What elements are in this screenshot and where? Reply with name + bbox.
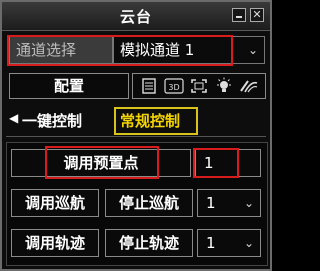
chevron-down-icon: ⌄ bbox=[247, 43, 258, 57]
channel-value: 模拟通道 1 bbox=[120, 41, 195, 59]
tab-left-arrow-icon[interactable]: ◀ bbox=[9, 111, 18, 125]
track-select[interactable]: 1 ⌄ bbox=[197, 229, 261, 257]
ptz-panel: 云台 ✕ 通道选择 模拟通道 1 ⌄ 配置 3D ◀ 一键控制 常规控制 调用预… bbox=[0, 0, 272, 271]
minimize-icon[interactable] bbox=[232, 8, 246, 22]
cruise-value: 1 bbox=[206, 194, 216, 212]
tab-normal-control[interactable]: 常规控制 bbox=[114, 107, 198, 135]
title-bar[interactable]: 云台 ✕ bbox=[2, 2, 270, 31]
wiper-icon[interactable] bbox=[239, 77, 259, 95]
close-icon[interactable]: ✕ bbox=[250, 8, 264, 22]
stop-cruise-button[interactable]: 停止巡航 bbox=[105, 189, 193, 217]
chevron-down-icon: ⌄ bbox=[243, 236, 254, 250]
call-preset-button[interactable]: 调用预置点 bbox=[11, 149, 191, 177]
light-icon[interactable] bbox=[214, 77, 234, 95]
3d-icon-text: 3D bbox=[168, 83, 179, 92]
channel-label: 通道选择 bbox=[9, 36, 113, 64]
stop-track-button[interactable]: 停止轨迹 bbox=[105, 229, 193, 257]
toolbar-icons: 3D bbox=[132, 73, 266, 99]
tab-divider bbox=[6, 136, 266, 137]
track-value: 1 bbox=[206, 234, 216, 252]
tab-quick-control[interactable]: 一键控制 bbox=[22, 110, 82, 131]
call-track-button[interactable]: 调用轨迹 bbox=[11, 229, 99, 257]
call-cruise-button[interactable]: 调用巡航 bbox=[11, 189, 99, 217]
control-tabs: ◀ 一键控制 常规控制 bbox=[2, 107, 270, 135]
control-group: 调用预置点 1 调用巡航 停止巡航 1 ⌄ 调用轨迹 停止轨迹 1 ⌄ bbox=[6, 142, 268, 266]
channel-select[interactable]: 模拟通道 1 ⌄ bbox=[113, 36, 265, 64]
chevron-down-icon: ⌄ bbox=[243, 196, 254, 210]
cruise-select[interactable]: 1 ⌄ bbox=[197, 189, 261, 217]
fullscreen-icon[interactable] bbox=[189, 77, 209, 95]
3d-icon[interactable]: 3D bbox=[164, 77, 184, 95]
list-icon[interactable] bbox=[139, 77, 159, 95]
window-title: 云台 bbox=[119, 8, 152, 26]
preset-input[interactable]: 1 bbox=[195, 149, 261, 177]
config-button[interactable]: 配置 bbox=[9, 73, 129, 99]
